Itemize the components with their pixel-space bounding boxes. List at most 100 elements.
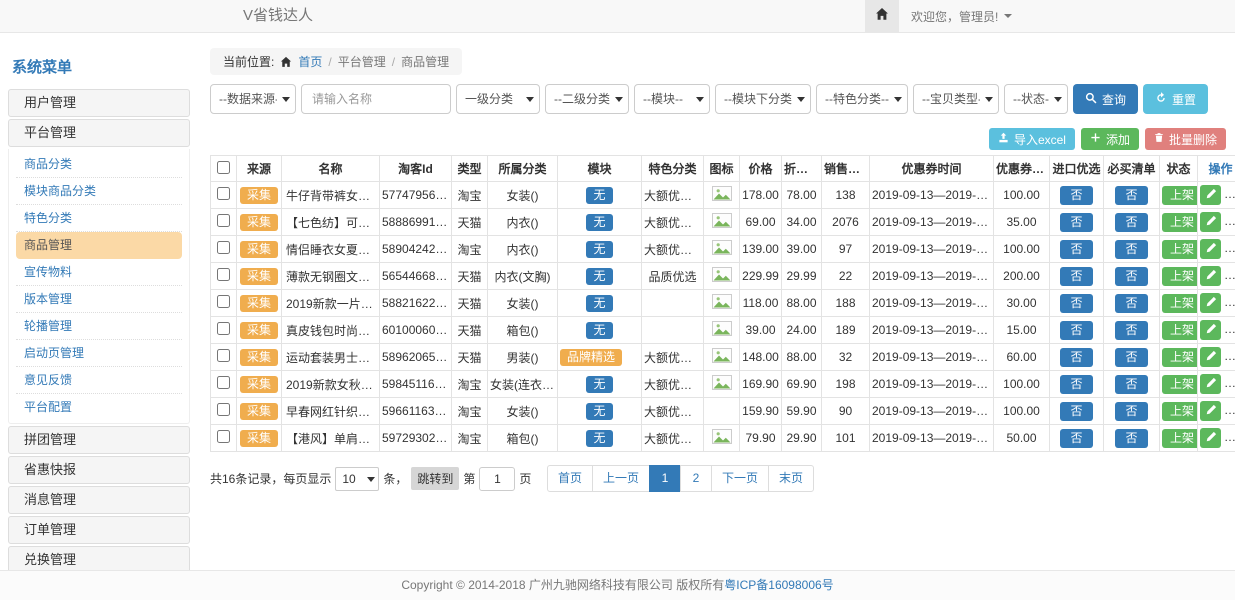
- filter-select-level2-category[interactable]: --二级分类--: [545, 84, 629, 114]
- sidebar-item-1-3[interactable]: 商品管理: [16, 232, 182, 259]
- edit-button[interactable]: [1200, 212, 1221, 232]
- must-buy-toggle[interactable]: 否: [1115, 294, 1147, 313]
- sidebar-group-header-5[interactable]: 订单管理: [8, 516, 190, 544]
- row-checkbox[interactable]: [217, 349, 230, 362]
- query-button[interactable]: 查询: [1073, 84, 1138, 114]
- import-select-toggle[interactable]: 否: [1060, 375, 1092, 394]
- must-buy-toggle[interactable]: 否: [1115, 429, 1147, 448]
- row-checkbox[interactable]: [217, 295, 230, 308]
- name-search-input[interactable]: [301, 84, 451, 114]
- row-checkbox[interactable]: [217, 214, 230, 227]
- page-1[interactable]: 1: [649, 465, 681, 492]
- filter-select-module[interactable]: --模块--: [634, 84, 710, 114]
- sidebar-item-1-5[interactable]: 版本管理: [16, 286, 182, 313]
- import-select-toggle[interactable]: 否: [1060, 240, 1092, 259]
- row-checkbox[interactable]: [217, 187, 230, 200]
- row-checkbox[interactable]: [217, 430, 230, 443]
- filter-select-level1-category[interactable]: 一级分类: [456, 84, 540, 114]
- product-name: 2019新款女秋薄款...: [282, 371, 380, 398]
- row-checkbox[interactable]: [217, 322, 230, 335]
- status-toggle[interactable]: 上架: [1162, 348, 1198, 367]
- edit-button[interactable]: [1200, 428, 1221, 448]
- icp-link[interactable]: 粤ICP备16098006号: [724, 578, 833, 592]
- add-button[interactable]: 添加: [1081, 128, 1139, 150]
- import-select-toggle[interactable]: 否: [1060, 267, 1092, 286]
- sidebar-group-header-0[interactable]: 用户管理: [8, 89, 190, 117]
- page-2[interactable]: 2: [680, 465, 712, 492]
- status-toggle[interactable]: 上架: [1162, 429, 1198, 448]
- sidebar-item-1-2[interactable]: 特色分类: [16, 205, 182, 232]
- import-select-toggle[interactable]: 否: [1060, 213, 1092, 232]
- navbar-home-button[interactable]: [865, 0, 899, 32]
- must-buy-toggle[interactable]: 否: [1115, 375, 1147, 394]
- row-checkbox[interactable]: [217, 403, 230, 416]
- price: 118.00: [740, 290, 782, 317]
- must-buy-toggle[interactable]: 否: [1115, 348, 1147, 367]
- edit-button[interactable]: [1200, 374, 1221, 394]
- sidebar-group-header-6[interactable]: 兑换管理: [8, 546, 190, 570]
- row-checkbox[interactable]: [217, 268, 230, 281]
- status-toggle[interactable]: 上架: [1162, 321, 1198, 340]
- product-thumbnail-icon: [712, 325, 732, 339]
- must-buy-toggle[interactable]: 否: [1115, 267, 1147, 286]
- must-buy-toggle[interactable]: 否: [1115, 213, 1147, 232]
- edit-button[interactable]: [1200, 401, 1221, 421]
- edit-button[interactable]: [1200, 239, 1221, 259]
- batch-delete-button[interactable]: 批量删除: [1145, 128, 1226, 150]
- status-toggle[interactable]: 上架: [1162, 267, 1198, 286]
- import-select-toggle[interactable]: 否: [1060, 186, 1092, 205]
- sidebar-group-header-1[interactable]: 平台管理: [8, 119, 190, 147]
- breadcrumb-home-link[interactable]: 首页: [298, 53, 322, 70]
- status-toggle[interactable]: 上架: [1162, 213, 1198, 232]
- row-checkbox[interactable]: [217, 241, 230, 254]
- import-excel-button[interactable]: 导入excel: [989, 128, 1075, 150]
- sidebar-item-1-1[interactable]: 模块商品分类: [16, 178, 182, 205]
- edit-button[interactable]: [1200, 347, 1221, 367]
- import-select-toggle[interactable]: 否: [1060, 294, 1092, 313]
- edit-button[interactable]: [1200, 320, 1221, 340]
- filter-select-status[interactable]: --状态--: [1004, 84, 1068, 114]
- row-checkbox[interactable]: [217, 376, 230, 389]
- filter-select-feature-category[interactable]: --特色分类--: [816, 84, 908, 114]
- product-icon-cell: [704, 371, 740, 398]
- page-last[interactable]: 末页: [768, 465, 814, 492]
- filter-select-data-source[interactable]: --数据来源--: [210, 84, 296, 114]
- edit-button[interactable]: [1200, 293, 1221, 313]
- edit-button[interactable]: [1200, 266, 1221, 286]
- page-prev[interactable]: 上一页: [592, 465, 650, 492]
- sidebar-group-header-4[interactable]: 消息管理: [8, 486, 190, 514]
- select-all-checkbox[interactable]: [217, 161, 230, 174]
- must-buy-toggle[interactable]: 否: [1115, 186, 1147, 205]
- must-buy-toggle[interactable]: 否: [1115, 321, 1147, 340]
- page-first[interactable]: 首页: [547, 465, 593, 492]
- sidebar-item-1-0[interactable]: 商品分类: [16, 151, 182, 178]
- import-select-toggle[interactable]: 否: [1060, 402, 1092, 421]
- per-page-select[interactable]: 10: [335, 467, 379, 491]
- reset-button[interactable]: 重置: [1143, 84, 1208, 114]
- filter-select-item-type[interactable]: --宝贝类型--: [913, 84, 999, 114]
- sidebar-item-1-8[interactable]: 意见反馈: [16, 367, 182, 394]
- import-select-toggle[interactable]: 否: [1060, 429, 1092, 448]
- status-toggle[interactable]: 上架: [1162, 240, 1198, 259]
- edit-button[interactable]: [1200, 185, 1221, 205]
- jump-to-button[interactable]: 跳转到: [411, 467, 459, 490]
- sidebar-item-1-4[interactable]: 宣传物料: [16, 259, 182, 286]
- import-select-toggle[interactable]: 否: [1060, 321, 1092, 340]
- page-number-input[interactable]: [479, 467, 515, 491]
- must-buy-toggle[interactable]: 否: [1115, 402, 1147, 421]
- filter-select-module-sub-category[interactable]: --模块下分类--: [715, 84, 811, 114]
- page-next[interactable]: 下一页: [711, 465, 769, 492]
- sidebar-item-1-6[interactable]: 轮播管理: [16, 313, 182, 340]
- sidebar-item-1-9[interactable]: 平台配置: [16, 394, 182, 421]
- status-toggle[interactable]: 上架: [1162, 294, 1198, 313]
- import-select-toggle[interactable]: 否: [1060, 348, 1092, 367]
- sidebar-item-1-7[interactable]: 启动页管理: [16, 340, 182, 367]
- sidebar-group-header-2[interactable]: 拼团管理: [8, 426, 190, 454]
- feature-category: 大额优惠券: [642, 425, 704, 452]
- sidebar-group-header-3[interactable]: 省惠快报: [8, 456, 190, 484]
- status-toggle[interactable]: 上架: [1162, 402, 1198, 421]
- user-menu[interactable]: 欢迎您，管理员!: [899, 0, 1024, 32]
- status-toggle[interactable]: 上架: [1162, 186, 1198, 205]
- must-buy-toggle[interactable]: 否: [1115, 240, 1147, 259]
- status-toggle[interactable]: 上架: [1162, 375, 1198, 394]
